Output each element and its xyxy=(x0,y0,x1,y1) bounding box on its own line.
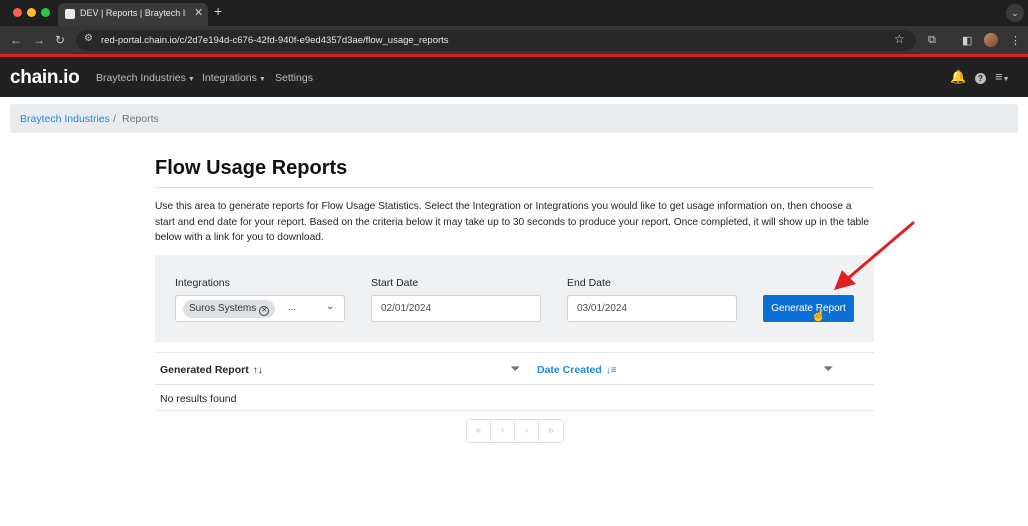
nav-integrations-dropdown[interactable]: Integrations ▼ xyxy=(202,72,266,84)
start-date-input[interactable]: 02/01/2024 xyxy=(371,295,541,322)
close-tab-icon[interactable]: ✕ xyxy=(194,6,203,19)
nav-braytech-industries-dropdown[interactable]: Braytech Industries ▼ xyxy=(96,72,195,84)
chevron-down-icon[interactable]: ⌄ xyxy=(326,301,334,312)
hamburger-menu-icon[interactable]: ≡▼ xyxy=(995,69,1010,84)
start-date-label: Start Date xyxy=(371,277,419,289)
table-header-row: Generated Report ↑↓ ⏷ Date Created ↓≡ ⏷ xyxy=(155,352,874,385)
extensions-icon[interactable]: ⧉ xyxy=(928,34,936,47)
empty-results-message: No results found xyxy=(160,393,237,405)
site-settings-icon[interactable]: ⚙ xyxy=(84,33,93,44)
sort-descending-icon[interactable]: ↓≡ xyxy=(606,365,617,376)
chip-label: Suros Systems xyxy=(189,303,257,314)
address-bar[interactable]: ⚙ red-portal.chain.io/c/2d7e194d-c676-42… xyxy=(76,30,916,51)
previous-page-button[interactable]: ‹ xyxy=(491,420,515,442)
more-selections-indicator: ... xyxy=(288,302,297,313)
filter-date-created-icon[interactable]: ⏷ xyxy=(823,361,833,377)
annotation-arrow-icon xyxy=(834,221,915,290)
remove-chip-icon[interactable]: ✕ xyxy=(259,306,270,316)
filter-generated-report-icon[interactable]: ⏷ xyxy=(510,361,520,377)
help-icon[interactable]: ? xyxy=(975,73,986,84)
integrations-select[interactable]: Suros Systems ✕ ... ⌄ xyxy=(175,295,345,322)
browser-menu-icon[interactable]: ⋮ xyxy=(1010,34,1021,47)
report-filters-panel: Integrations Suros Systems ✕ ... ⌄ Start … xyxy=(155,255,874,342)
reload-icon[interactable]: ↻ xyxy=(55,33,65,47)
sort-icon[interactable]: ↑↓ xyxy=(253,365,263,376)
maximize-window-button[interactable] xyxy=(41,8,50,17)
browser-tab-bar: DEV | Reports | Braytech Indu ✕ + ⌄ xyxy=(0,0,1028,26)
column-generated-report[interactable]: Generated Report ↑↓ xyxy=(160,364,263,376)
caret-down-icon: ▼ xyxy=(258,76,266,83)
end-date-label: End Date xyxy=(567,277,611,289)
notifications-bell-icon[interactable]: 🔔 xyxy=(950,69,966,85)
minimize-window-button[interactable] xyxy=(27,8,36,17)
breadcrumb-braytech-link[interactable]: Braytech Industries xyxy=(20,113,110,125)
hand-cursor-icon: ☝ xyxy=(811,308,826,322)
bookmark-star-icon[interactable]: ☆ xyxy=(894,32,905,46)
new-tab-icon[interactable]: + xyxy=(214,3,222,19)
generate-report-button[interactable]: Generate Report xyxy=(763,295,854,322)
column-label: Date Created xyxy=(537,364,602,376)
forward-icon[interactable]: → xyxy=(33,33,45,47)
integrations-label: Integrations xyxy=(175,277,230,289)
favicon-icon xyxy=(65,9,75,19)
breadcrumb: Braytech Industries / Reports xyxy=(10,104,1018,133)
back-icon[interactable]: ← xyxy=(10,33,22,47)
column-label: Generated Report xyxy=(160,364,249,376)
page-title: Flow Usage Reports xyxy=(155,157,348,179)
sidebar-toggle-icon[interactable]: ◧ xyxy=(962,34,972,47)
nav-settings-link[interactable]: Settings xyxy=(275,72,313,84)
last-page-button[interactable]: » xyxy=(539,420,563,442)
table-row: No results found xyxy=(155,385,874,411)
page-description: Use this area to generate reports for Fl… xyxy=(155,201,870,243)
column-date-created[interactable]: Date Created ↓≡ xyxy=(537,364,617,376)
browser-tab[interactable]: DEV | Reports | Braytech Indu ✕ xyxy=(58,3,208,26)
breadcrumb-current: Reports xyxy=(122,113,159,125)
profile-avatar[interactable] xyxy=(984,33,998,47)
tab-title: DEV | Reports | Braytech Indu xyxy=(80,8,186,18)
browser-toolbar: ← → ↻ ⚙ red-portal.chain.io/c/2d7e194d-c… xyxy=(0,26,1028,54)
first-page-button[interactable]: « xyxy=(467,420,491,442)
nav-item-label: Settings xyxy=(275,72,313,84)
tab-menu-chevron-icon[interactable]: ⌄ xyxy=(1006,4,1024,22)
nav-item-label: Integrations xyxy=(202,72,257,84)
url-text: red-portal.chain.io/c/2d7e194d-c676-42fd… xyxy=(101,35,449,46)
app-navbar: chain.io Braytech Industries ▼ Integratio… xyxy=(0,57,1028,97)
nav-item-label: Braytech Industries xyxy=(96,72,186,84)
end-date-input[interactable]: 03/01/2024 xyxy=(567,295,737,322)
caret-down-icon: ▼ xyxy=(187,76,195,83)
close-window-button[interactable] xyxy=(13,8,22,17)
breadcrumb-separator: / xyxy=(113,113,116,125)
chain-io-logo[interactable]: chain.io xyxy=(10,67,80,89)
selected-integration-chip: Suros Systems ✕ xyxy=(183,300,276,318)
title-divider xyxy=(155,187,874,188)
next-page-button[interactable]: › xyxy=(515,420,539,442)
pagination: « ‹ › » xyxy=(466,419,564,443)
